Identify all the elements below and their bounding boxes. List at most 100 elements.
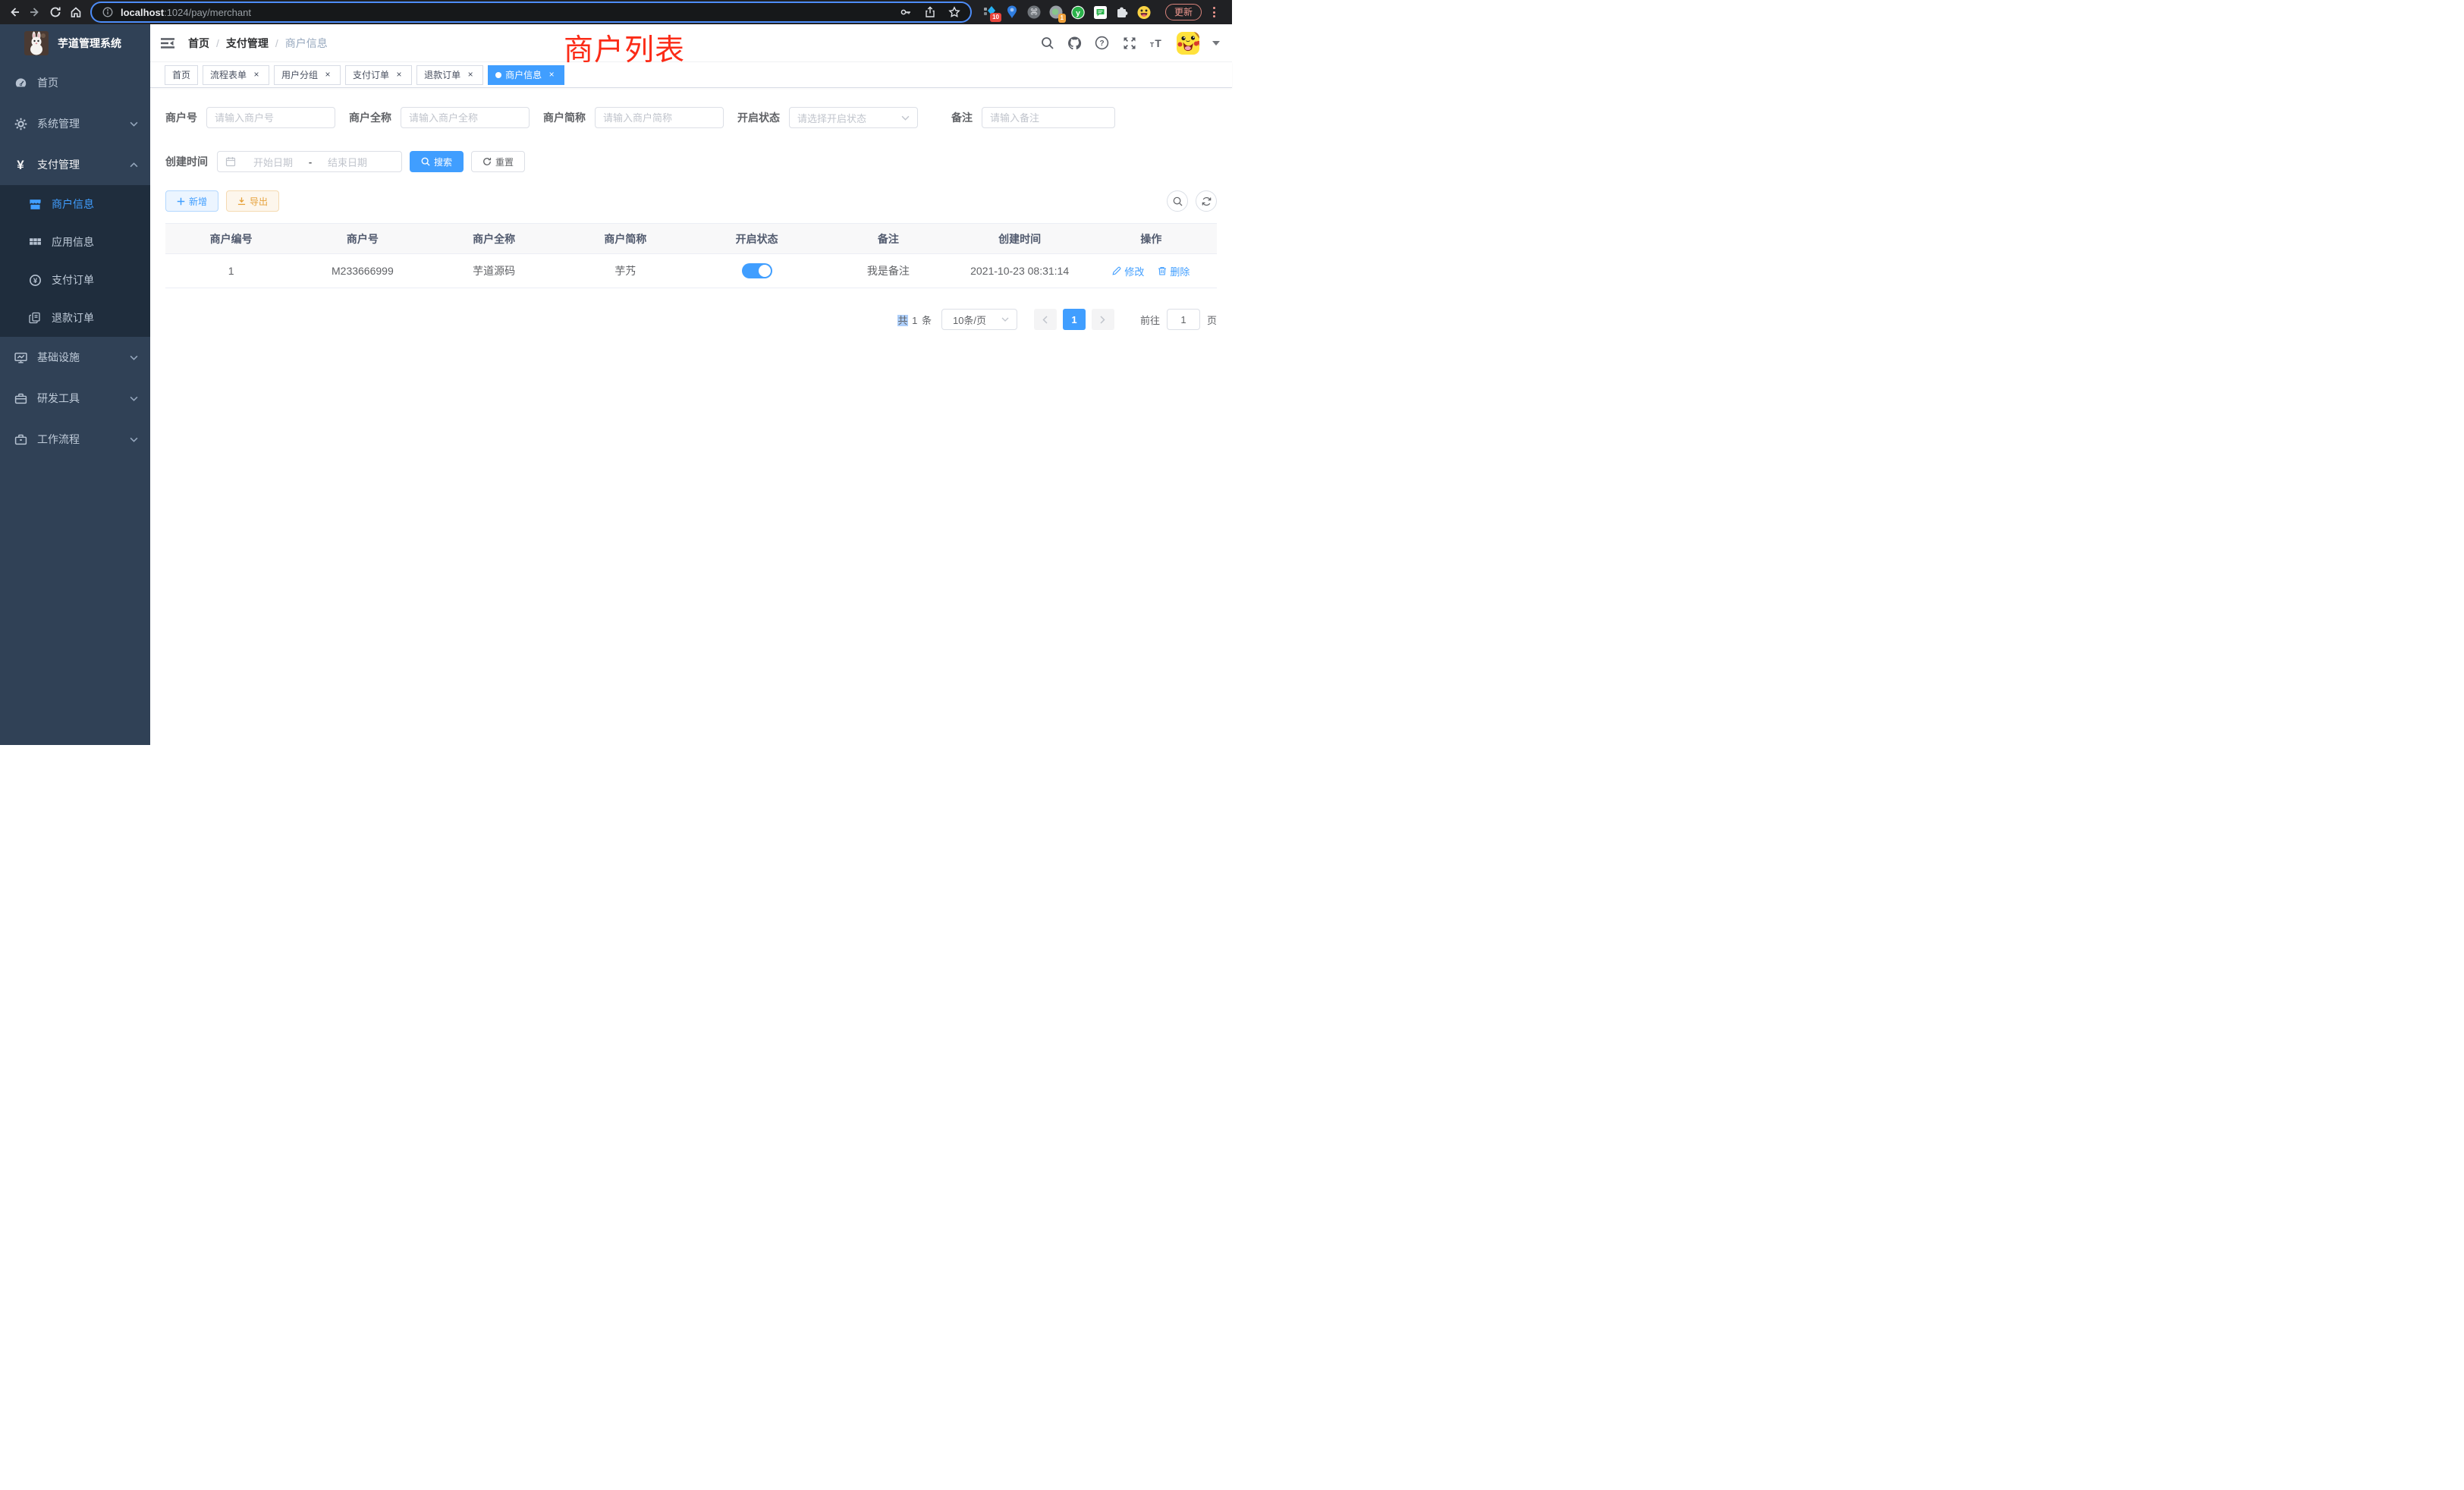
page-1-button[interactable]: 1 [1063, 309, 1086, 330]
prev-page-button[interactable] [1034, 309, 1057, 330]
table-toolbar: 新增 导出 [165, 190, 1217, 212]
grid-icon [28, 235, 42, 249]
pagination-total: 共 1 条 [897, 313, 932, 327]
sidebar-item-pay-order[interactable]: ¥ 支付订单 [0, 261, 150, 299]
address-bar[interactable]: localhost:1024/pay/merchant [92, 3, 970, 21]
share-icon[interactable] [923, 5, 937, 19]
create-time-range-picker[interactable]: 开始日期 - 结束日期 [217, 151, 402, 172]
create-time-label: 创建时间 [165, 154, 217, 169]
breadcrumb-payment[interactable]: 支付管理 [226, 36, 269, 51]
browser-reload-icon[interactable] [49, 5, 62, 19]
search-button[interactable]: 搜索 [410, 151, 464, 172]
cell-remark: 我是备注 [822, 254, 954, 288]
refresh-table-button[interactable] [1196, 190, 1217, 212]
svg-text:?: ? [1099, 39, 1104, 48]
extension-badge: 10 [990, 13, 1001, 22]
next-page-button[interactable] [1092, 309, 1114, 330]
sidebar-item-payment[interactable]: ¥ 支付管理 [0, 144, 150, 185]
merchant-no-input[interactable] [215, 112, 327, 124]
tab-user-group[interactable]: 用户分组× [274, 65, 341, 85]
sidebar-item-home[interactable]: 首页 [0, 62, 150, 103]
col-create-time: 创建时间 [954, 224, 1086, 254]
export-button[interactable]: 导出 [226, 190, 279, 212]
cell-merchant-short: 芋艿 [560, 254, 691, 288]
page-content: 商户号 商户全称 商户简称 开启状态 请选择开启状态 [150, 88, 1232, 745]
delete-link[interactable]: 删除 [1158, 264, 1190, 278]
tab-pay-order[interactable]: 支付订单 × [345, 65, 412, 85]
merchant-name-input[interactable] [409, 112, 521, 124]
sidebar-item-refund-order[interactable]: 退款订单 [0, 299, 150, 337]
reset-button[interactable]: 重置 [471, 151, 525, 172]
github-icon[interactable] [1067, 36, 1082, 50]
bookmark-star-icon[interactable] [948, 5, 961, 19]
sidebar-item-label: 基础设施 [37, 350, 80, 365]
user-avatar-pikachu[interactable] [1177, 32, 1199, 55]
extension-pin-icon[interactable] [1005, 5, 1019, 19]
cell-merchant-no: M233666999 [297, 254, 428, 288]
extension-chat-icon[interactable] [1093, 5, 1107, 19]
sidebar-fold-icon[interactable] [160, 36, 175, 50]
pay-order-icon: ¥ [28, 273, 42, 287]
sidebar-item-label: 研发工具 [37, 391, 80, 406]
sidebar-item-label: 支付管理 [37, 157, 80, 172]
browser-back-icon[interactable] [8, 5, 21, 19]
close-icon[interactable]: × [465, 70, 476, 80]
font-size-icon[interactable]: TT [1149, 36, 1164, 50]
profile-emoji-icon[interactable] [1137, 5, 1151, 19]
browser-menu-icon[interactable] [1213, 7, 1215, 17]
sidebar-item-app-info[interactable]: 应用信息 [0, 223, 150, 261]
close-icon[interactable]: × [546, 70, 557, 80]
extension-recorder-icon[interactable]: 1 [1049, 5, 1063, 19]
help-icon[interactable]: ? [1095, 36, 1109, 50]
password-key-icon[interactable] [899, 5, 913, 19]
edit-link[interactable]: 修改 [1112, 264, 1144, 278]
goto-page-input[interactable] [1167, 309, 1200, 330]
sidebar-item-label: 支付订单 [52, 272, 94, 288]
chrome-update-button[interactable]: 更新 [1165, 4, 1202, 20]
close-icon[interactable]: × [322, 70, 333, 80]
close-icon[interactable]: × [394, 70, 404, 80]
site-info-icon[interactable] [101, 5, 115, 19]
sidebar-item-workflow[interactable]: 工作流程 [0, 419, 150, 460]
extensions-puzzle-icon[interactable] [1115, 5, 1129, 19]
sidebar-item-infrastructure[interactable]: 基础设施 [0, 337, 150, 378]
merchant-short-input[interactable] [603, 112, 715, 124]
chevron-down-icon [130, 437, 138, 442]
browser-forward-icon[interactable] [28, 5, 42, 19]
merchant-no-label: 商户号 [165, 110, 206, 125]
extension-diamond-icon[interactable]: 10 [983, 5, 997, 19]
fullscreen-icon[interactable] [1122, 36, 1136, 50]
remark-label: 备注 [951, 110, 982, 125]
calendar-icon [225, 156, 236, 167]
tab-process-form[interactable]: 流程表单 × [203, 65, 269, 85]
browser-home-icon[interactable] [69, 5, 83, 19]
breadcrumb-separator: / [216, 37, 219, 49]
cell-merchant-name: 芋道源码 [429, 254, 560, 288]
remark-input[interactable] [990, 112, 1107, 124]
tab-label: 支付订单 [353, 68, 389, 81]
sidebar-item-dev-tools[interactable]: 研发工具 [0, 378, 150, 419]
sidebar-item-merchant-info[interactable]: 商户信息 [0, 185, 150, 223]
breadcrumb-home[interactable]: 首页 [188, 36, 209, 51]
hide-search-button[interactable] [1167, 190, 1188, 212]
tab-merchant-info[interactable]: 商户信息× [488, 65, 564, 85]
tab-home[interactable]: 首页 [165, 65, 198, 85]
breadcrumb-separator: / [275, 37, 278, 49]
extension-command-icon[interactable]: ⌘ [1027, 5, 1041, 19]
extension-y-icon[interactable]: y [1071, 5, 1085, 19]
sidebar-item-system[interactable]: 系统管理 [0, 103, 150, 144]
sidebar-logo[interactable]: 芋道管理系统 [0, 24, 150, 62]
add-button[interactable]: 新增 [165, 190, 218, 212]
tab-refund-order[interactable]: 退款订单× [416, 65, 483, 85]
status-toggle[interactable] [742, 263, 772, 278]
chevron-down-icon [1001, 317, 1009, 322]
page-size-select[interactable]: 10条/页 [941, 309, 1017, 330]
status-select[interactable]: 请选择开启状态 [789, 107, 918, 128]
tab-label: 流程表单 [210, 68, 247, 81]
url-text: localhost:1024/pay/merchant [121, 7, 251, 18]
header-search-icon[interactable] [1040, 36, 1054, 50]
avatar-caret-icon[interactable] [1212, 41, 1220, 46]
col-actions: 操作 [1086, 224, 1217, 254]
pagination: 共 1 条 10条/页 1 前往 [165, 309, 1217, 330]
close-icon[interactable]: × [251, 70, 262, 80]
